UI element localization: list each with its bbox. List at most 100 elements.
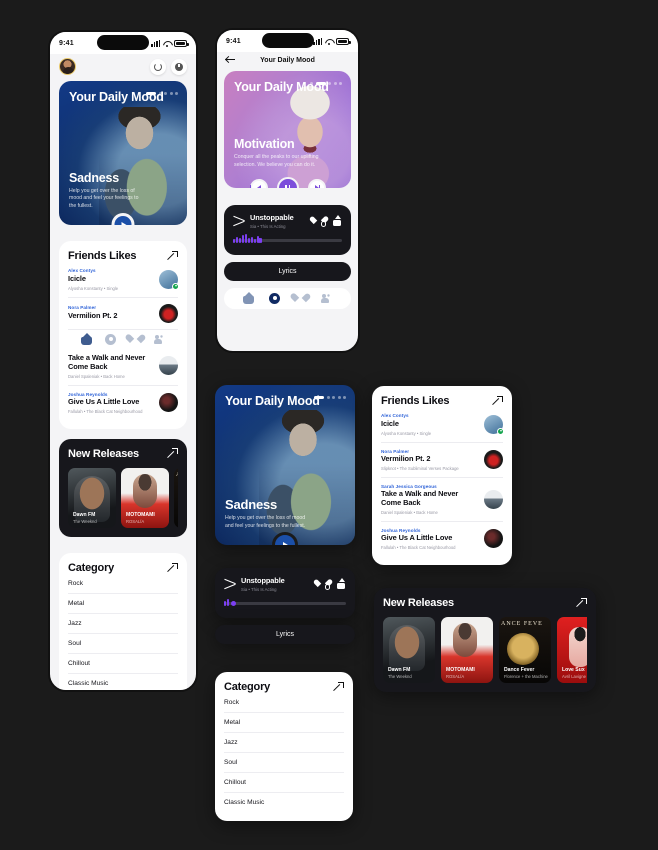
card-header: Friends Likes — [68, 250, 178, 262]
lyrics-button[interactable]: Lyrics — [215, 624, 355, 644]
arrow-northeast-icon[interactable] — [492, 395, 503, 406]
home-icon[interactable] — [80, 333, 92, 345]
album-carousel[interactable]: Dawn FM The Weeknd MOTOMAMI ROSALÍA ANCE… — [383, 617, 587, 684]
carousel-dots[interactable] — [310, 82, 342, 85]
avatar[interactable] — [59, 58, 76, 75]
friend-name: Alex Contys — [68, 268, 96, 274]
album-card[interactable]: MOTOMAMI ROSALÍA — [121, 468, 169, 529]
ring-icon-button[interactable] — [150, 58, 166, 75]
status-indicators — [313, 37, 351, 45]
track-row[interactable]: Sarah Jessica Gorgeous Take a Walk and N… — [381, 478, 503, 522]
next-icon — [314, 185, 321, 188]
card-header: Friends Likes — [381, 395, 503, 407]
people-icon[interactable] — [154, 334, 165, 345]
album-card[interactable]: MOTOMAMI ROSALÍA — [441, 617, 493, 684]
arrow-northeast-icon[interactable] — [576, 597, 587, 608]
disc-icon[interactable] — [269, 292, 281, 304]
album-cover — [484, 414, 504, 435]
motivation-hero[interactable]: Your Daily Mood Motivation Conquer all t… — [224, 71, 351, 188]
detached-category-card: Category Rock Metal Jazz Soul Chillout C… — [215, 672, 353, 822]
share-icon[interactable] — [332, 215, 342, 227]
progress-slider[interactable] — [233, 234, 342, 246]
track-subtitle: Alyosha Konstanty • Single — [68, 285, 119, 291]
dynamic-island — [261, 33, 314, 48]
settings-icon-button[interactable] — [171, 58, 187, 75]
now-playing-subtitle: Sia • This Is Acting — [250, 223, 286, 229]
album-card[interactable]: Love Sux Avril Lavigne — [557, 617, 587, 684]
shuffle-icon[interactable] — [224, 579, 235, 589]
home-icon[interactable] — [243, 292, 255, 304]
category-card: Category Rock Metal Jazz Soul Chillout C… — [59, 553, 187, 690]
arrow-northeast-icon[interactable] — [167, 562, 178, 573]
arrow-northeast-icon[interactable] — [167, 250, 178, 261]
track-row[interactable]: Joshua Reynolds Give Us A Little Love Fa… — [381, 522, 503, 556]
category-item[interactable]: Chillout — [224, 773, 344, 794]
disc-icon[interactable] — [105, 333, 117, 345]
progress-slider[interactable] — [224, 599, 346, 609]
category-item[interactable]: Jazz — [68, 614, 178, 635]
category-item[interactable]: Metal — [68, 594, 178, 615]
category-item[interactable]: Chillout — [68, 654, 178, 675]
heart-icon[interactable] — [295, 293, 306, 304]
category-item[interactable]: Soul — [224, 753, 344, 774]
friend-name: Nora Palmer — [68, 305, 97, 311]
now-playing-subtitle: Sia • This Is Acting — [241, 586, 277, 592]
progress-knob[interactable] — [231, 601, 236, 607]
category-title: Category — [224, 681, 271, 693]
ring-icon — [154, 62, 162, 71]
album-card[interactable]: ANCE FEVE Dance Fever Florence + the Mac… — [174, 468, 178, 529]
album-carousel[interactable]: Dawn FM The Weeknd MOTOMAMI ROSALÍA ANCE… — [68, 468, 178, 529]
track-row[interactable]: Joshua Reynolds Give Us A Little Love Fa… — [68, 386, 178, 420]
arrow-northeast-icon[interactable] — [333, 681, 344, 692]
album-card[interactable]: Dawn FM The Weeknd — [383, 617, 435, 684]
track-row[interactable]: Nora Palmer Vermilion Pt. 2 Slipknot • T… — [381, 443, 503, 478]
category-item[interactable]: Classic Music — [68, 674, 178, 690]
progress-track — [224, 602, 346, 605]
bottom-nav — [224, 287, 351, 309]
track-row[interactable]: Alex Contys Icicle Alyosha Konstanty • S… — [381, 407, 504, 443]
hero-copy: Motivation Conquer all the peaks to our … — [234, 137, 339, 170]
wifi-icon — [325, 38, 333, 45]
cellular-icon — [313, 37, 322, 45]
arrow-northeast-icon[interactable] — [167, 448, 178, 459]
category-item[interactable]: Metal — [224, 713, 344, 734]
category-item[interactable]: Rock — [224, 693, 344, 714]
category-item[interactable]: Jazz — [224, 733, 344, 754]
album-card[interactable]: ANCE FEVE Dance Fever Florence + the Mac… — [499, 617, 551, 684]
track-subtitle: Alyosha Konstanty • Single — [381, 430, 432, 436]
category-item[interactable]: Rock — [68, 574, 178, 595]
album-art-text: ANCE FEVE — [176, 472, 178, 478]
album-card[interactable]: Dawn FM The Weeknd — [68, 468, 116, 529]
heart-plus-icon[interactable] — [314, 216, 326, 227]
pause-button[interactable] — [276, 177, 299, 188]
share-icon[interactable] — [336, 578, 346, 590]
category-item[interactable]: Soul — [68, 634, 178, 655]
category-item[interactable]: Classic Music — [224, 793, 344, 812]
lyrics-button[interactable]: Lyrics — [224, 261, 351, 281]
now-playing-actions — [318, 578, 346, 590]
album-cover — [159, 356, 178, 376]
daily-mood-hero[interactable]: Your Daily Mood Sadness Help you get ove… — [59, 81, 187, 225]
next-button[interactable] — [307, 179, 326, 188]
dynamic-island — [97, 35, 149, 50]
track-row[interactable]: Take a Walk and Never Come Back Daniel S… — [68, 347, 178, 386]
friends-likes-title: Friends Likes — [381, 395, 450, 407]
player-scroll: Your Daily Mood Motivation Conquer all t… — [217, 71, 358, 188]
carousel-dots[interactable] — [146, 92, 178, 95]
people-icon[interactable] — [320, 293, 332, 304]
card-header: Category — [68, 562, 178, 574]
friends-likes-card: Friends Likes Alex Contys Icicle Alyosha… — [372, 386, 512, 565]
track-row[interactable]: Alex Contys Icicle Alyosha Konstanty • S… — [68, 262, 179, 298]
shuffle-icon[interactable] — [233, 216, 244, 226]
heart-plus-icon[interactable] — [318, 579, 330, 590]
friend-name: Sarah Jessica Gorgeous — [381, 483, 437, 489]
card-header: Category — [224, 681, 344, 693]
heart-icon[interactable] — [130, 334, 141, 345]
friend-name: Joshua Reynolds — [381, 527, 421, 533]
daily-mood-hero[interactable]: Your Daily Mood Sadness Help you get ove… — [215, 385, 355, 545]
previous-button[interactable] — [249, 179, 268, 188]
friend-name: Joshua Reynolds — [68, 391, 108, 397]
carousel-dots[interactable] — [314, 396, 346, 399]
track-row[interactable]: Nora Palmer Vermilion Pt. 2 — [68, 298, 178, 330]
track-title: Take a Walk and Never Come Back — [381, 489, 459, 508]
